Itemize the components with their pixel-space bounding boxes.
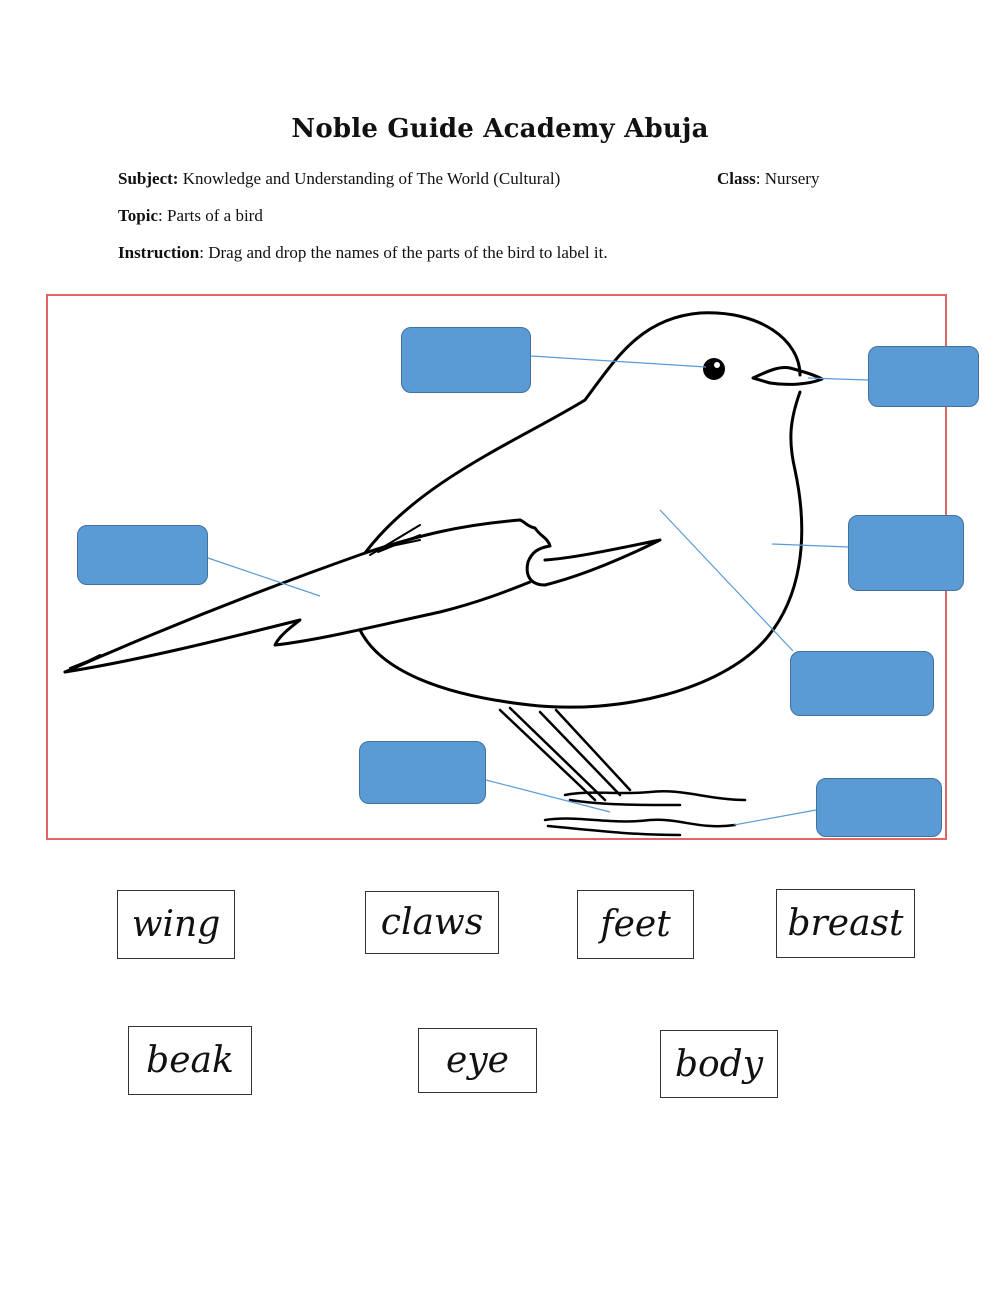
topic-line: Topic: Parts of a bird [118, 206, 263, 226]
word-card-beak[interactable]: beak [128, 1026, 252, 1095]
class-line: Class: Nursery [717, 169, 819, 189]
word-card-feet[interactable]: feet [577, 890, 694, 959]
subject-line: Subject: Knowledge and Understanding of … [118, 169, 560, 189]
class-value: : Nursery [755, 169, 820, 188]
word-card-body[interactable]: body [660, 1030, 778, 1098]
drop-zone-breast[interactable] [848, 515, 964, 591]
word-card-eye[interactable]: eye [418, 1028, 537, 1093]
drop-zone-body[interactable] [790, 651, 934, 716]
topic-label: Topic [118, 206, 159, 225]
word-card-wing[interactable]: wing [117, 890, 235, 959]
word-card-breast[interactable]: breast [776, 889, 915, 958]
drop-zone-beak[interactable] [868, 346, 979, 407]
instruction-label: Instruction [118, 243, 200, 262]
subject-value: Knowledge and Understanding of The World… [178, 169, 561, 188]
subject-label: Subject: [118, 169, 179, 188]
topic-value: : Parts of a bird [158, 206, 263, 225]
instruction-value: : Drag and drop the names of the parts o… [199, 243, 608, 262]
word-card-claws[interactable]: claws [365, 891, 499, 954]
drop-zone-wing[interactable] [77, 525, 208, 585]
drop-zone-claws[interactable] [359, 741, 486, 804]
drop-zone-feet[interactable] [816, 778, 942, 837]
page-title: Noble Guide Academy Abuja [291, 114, 709, 144]
drop-zone-eye[interactable] [401, 327, 531, 393]
class-label: Class [717, 169, 756, 188]
instruction-line: Instruction: Drag and drop the names of … [118, 243, 608, 263]
